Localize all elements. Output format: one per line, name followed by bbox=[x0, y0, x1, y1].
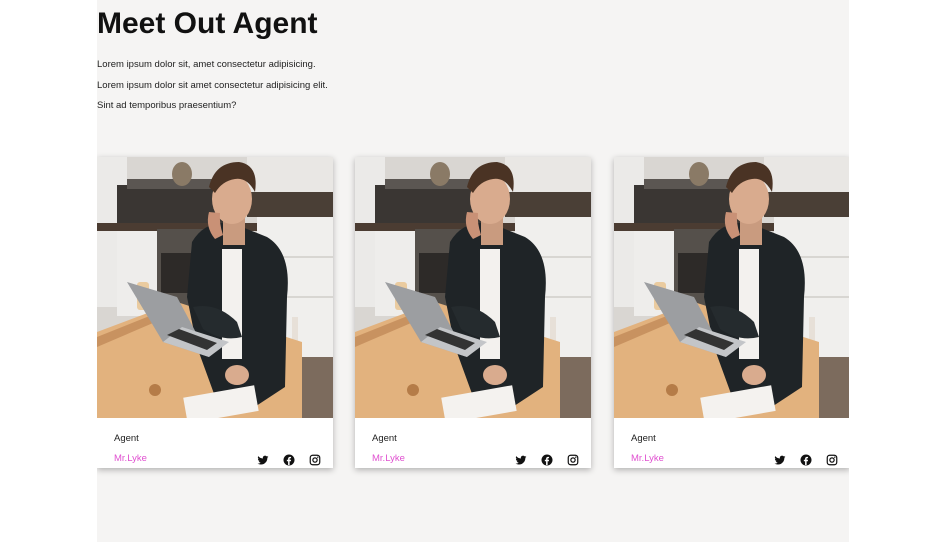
agent-photo-illustration bbox=[97, 157, 333, 418]
facebook-icon[interactable] bbox=[541, 453, 553, 466]
intro-line: Sint ad temporibus praesentium? bbox=[97, 100, 237, 111]
social-links bbox=[774, 453, 838, 466]
twitter-icon[interactable] bbox=[774, 453, 786, 465]
agent-name-link[interactable]: Mr.Lyke bbox=[372, 453, 405, 464]
intro-text: Lorem ipsum dolor sit, amet consectetur … bbox=[97, 60, 328, 122]
agent-role: Agent bbox=[631, 433, 656, 444]
agent-card: Agent Mr.Lyke bbox=[614, 157, 849, 468]
twitter-icon[interactable] bbox=[515, 453, 527, 465]
instagram-icon[interactable] bbox=[826, 453, 838, 466]
agent-role: Agent bbox=[372, 433, 397, 444]
intro-line: Lorem ipsum dolor sit amet consectetur a… bbox=[97, 79, 328, 91]
agent-photo bbox=[614, 157, 849, 418]
facebook-icon[interactable] bbox=[283, 453, 295, 466]
agent-card: Agent Mr.Lyke bbox=[355, 157, 591, 468]
agent-photo-illustration bbox=[355, 157, 591, 418]
agent-card: Agent Mr.Lyke bbox=[97, 157, 333, 468]
instagram-icon[interactable] bbox=[309, 453, 321, 466]
agent-name-link[interactable]: Mr.Lyke bbox=[114, 453, 147, 464]
page-title: Meet Out Agent bbox=[97, 7, 318, 40]
twitter-icon[interactable] bbox=[257, 453, 269, 465]
agent-photo bbox=[97, 157, 333, 418]
agent-photo-illustration bbox=[614, 157, 849, 418]
social-links bbox=[515, 453, 579, 466]
agent-photo bbox=[355, 157, 591, 418]
agent-name-link[interactable]: Mr.Lyke bbox=[631, 453, 664, 464]
social-links bbox=[257, 453, 321, 466]
agent-role: Agent bbox=[114, 433, 139, 444]
agents-section: Meet Out Agent Lorem ipsum dolor sit, am… bbox=[97, 0, 849, 542]
intro-line: Lorem ipsum dolor sit, amet consectetur … bbox=[97, 59, 316, 70]
instagram-icon[interactable] bbox=[567, 453, 579, 466]
facebook-icon[interactable] bbox=[800, 453, 812, 466]
